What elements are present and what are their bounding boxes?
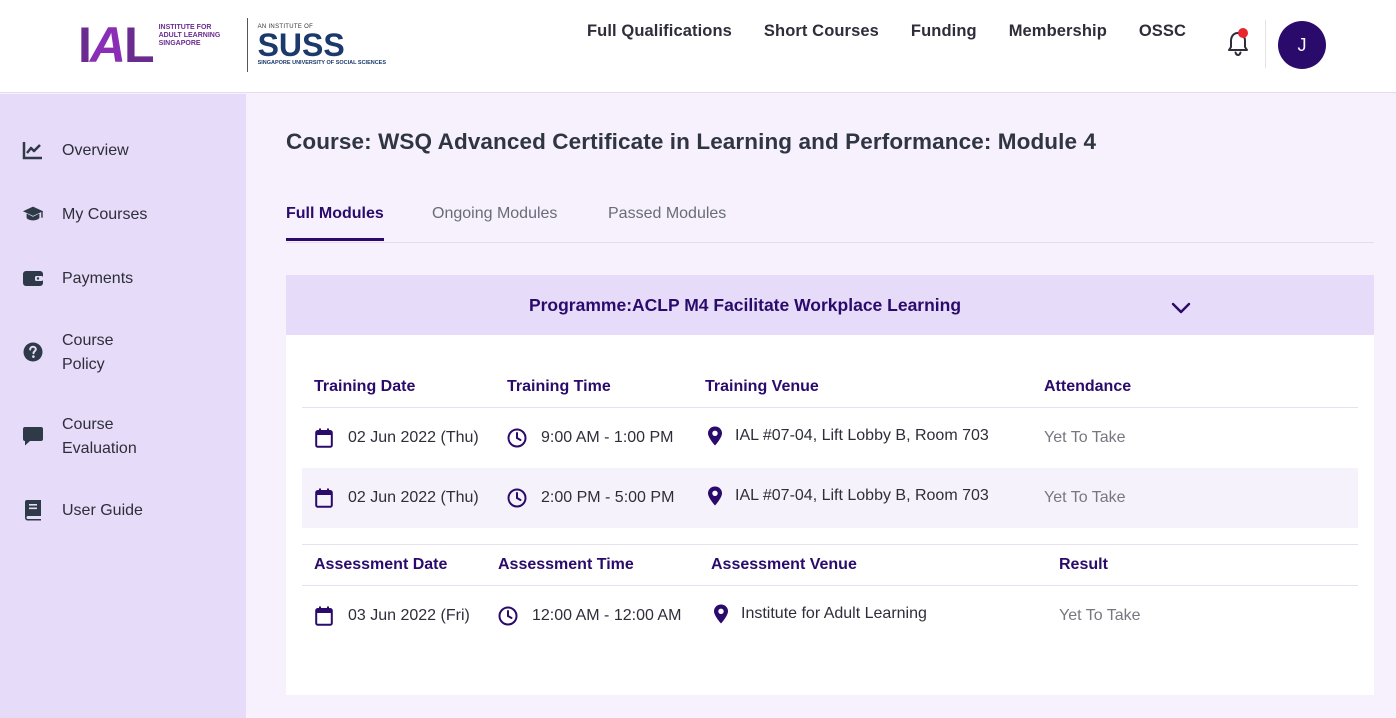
assessment-time: 12:00 AM - 12:00 AM [532,607,682,624]
assessment-date-cell: 03 Jun 2022 (Fri) [314,606,470,626]
clock-icon [507,488,527,508]
suss-logo-bottom: SINGAPORE UNIVERSITY OF SOCIAL SCIENCES [257,60,387,66]
training-time: 2:00 PM - 5:00 PM [541,489,675,506]
header-assessment-time: Assessment Time [498,556,634,573]
header-attendance: Attendance [1044,378,1132,395]
sidebar-item-course-evaluation[interactable]: Course Evaluation [22,413,137,461]
header-training-time: Training Time [507,378,611,395]
nav-membership[interactable]: Membership [1009,22,1107,41]
programme-title: Programme:ACLP M4 Facilitate Workplace L… [528,295,962,315]
attendance-status: Yet To Take [1044,489,1126,506]
chevron-down-icon[interactable] [1170,301,1192,315]
top-nav: Full Qualifications Short Courses Fundin… [587,22,1218,41]
clock-icon [507,428,527,448]
result-status: Yet To Take [1059,607,1141,624]
active-tab-indicator [286,238,384,241]
sidebar-item-label: Overview [62,142,129,159]
sidebar: Overview My Courses Payments Course Poli… [0,94,246,718]
top-header: IAL INSTITUTE FOR ADULT LEARNING SINGAPO… [0,0,1396,93]
assessment-time-cell: 12:00 AM - 12:00 AM [498,606,681,626]
header-training-venue: Training Venue [705,378,819,395]
programme-header[interactable]: Programme:ACLP M4 Facilitate Workplace L… [286,275,1374,335]
calendar-icon [314,606,334,626]
table-divider [302,585,1358,586]
training-venue: IAL #07-04, Lift Lobby B, Room 703 [735,427,989,444]
assessment-venue-cell: Institute for Adult Learning [711,604,927,624]
training-time-cell: 9:00 AM - 1:00 PM [507,428,674,448]
sidebar-item-payments[interactable]: Payments [22,267,133,291]
header-assessment-venue: Assessment Venue [711,556,857,573]
nav-funding[interactable]: Funding [911,22,977,41]
table-divider [302,544,1358,545]
programme-panel: Programme:ACLP M4 Facilitate Workplace L… [286,275,1374,695]
notification-dot [1238,28,1248,38]
avatar[interactable]: J [1278,21,1326,69]
comment-icon [22,425,44,447]
attendance-status: Yet To Take [1044,429,1126,446]
tab-ongoing-modules[interactable]: Ongoing Modules [432,205,557,223]
chart-line-icon [22,139,44,161]
sidebar-item-label: My Courses [62,206,148,223]
suss-logo-word: SUSS [257,27,345,63]
logo[interactable]: IAL INSTITUTE FOR ADULT LEARNING SINGAPO… [78,16,386,74]
calendar-icon [314,428,334,448]
calendar-icon [314,488,334,508]
location-pin-icon [705,426,725,446]
sidebar-item-label: Payments [62,270,134,287]
sidebar-item-my-courses[interactable]: My Courses [22,203,147,227]
header-assessment-date: Assessment Date [314,556,448,573]
sidebar-item-label: User Guide [62,502,143,519]
header-training-date: Training Date [314,378,416,395]
sidebar-item-label: Course Evaluation [62,416,137,457]
table-divider [302,407,1358,408]
nav-short-courses[interactable]: Short Courses [764,22,879,41]
assessment-venue: Institute for Adult Learning [741,605,927,622]
sidebar-item-user-guide[interactable]: User Guide [22,499,143,523]
location-pin-icon [711,604,731,624]
sidebar-item-course-policy[interactable]: Course Policy [22,329,114,377]
training-date-cell: 02 Jun 2022 (Thu) [314,428,479,448]
sidebar-item-overview[interactable]: Overview [22,139,129,163]
training-time-cell: 2:00 PM - 5:00 PM [507,488,674,508]
clock-icon [498,606,518,626]
ial-logo: IAL [78,17,155,73]
graduation-cap-icon [22,203,44,225]
nav-ossc[interactable]: OSSC [1139,22,1186,41]
header-separator [1265,20,1266,68]
wallet-icon [22,267,44,289]
training-venue: IAL #07-04, Lift Lobby B, Room 703 [735,487,989,504]
header-result: Result [1059,556,1108,573]
tab-full-modules[interactable]: Full Modules [286,205,384,223]
location-pin-icon [705,486,725,506]
tab-passed-modules[interactable]: Passed Modules [608,205,726,223]
training-date: 02 Jun 2022 (Thu) [348,489,479,506]
sidebar-item-label: Course Policy [62,332,114,373]
suss-logo: AN INSTITUTE OF SUSS SINGAPORE UNIVERSIT… [258,24,386,66]
training-time: 9:00 AM - 1:00 PM [541,429,674,446]
training-date: 02 Jun 2022 (Thu) [348,429,479,446]
training-date-cell: 02 Jun 2022 (Thu) [314,488,479,508]
page-title: Course: WSQ Advanced Certificate in Lear… [286,129,1097,154]
assessment-date: 03 Jun 2022 (Fri) [348,607,470,624]
training-venue-cell: IAL #07-04, Lift Lobby B, Room 703 [705,426,989,446]
training-venue-cell: IAL #07-04, Lift Lobby B, Room 703 [705,486,989,506]
book-icon [22,499,44,521]
ial-logo-subtitle: INSTITUTE FOR ADULT LEARNING SINGAPORE [158,24,221,47]
logo-divider [246,18,248,72]
question-circle-icon [22,341,44,363]
module-tabs: Full Modules Ongoing Modules Passed Modu… [286,205,1374,243]
nav-full-qualifications[interactable]: Full Qualifications [587,22,732,41]
